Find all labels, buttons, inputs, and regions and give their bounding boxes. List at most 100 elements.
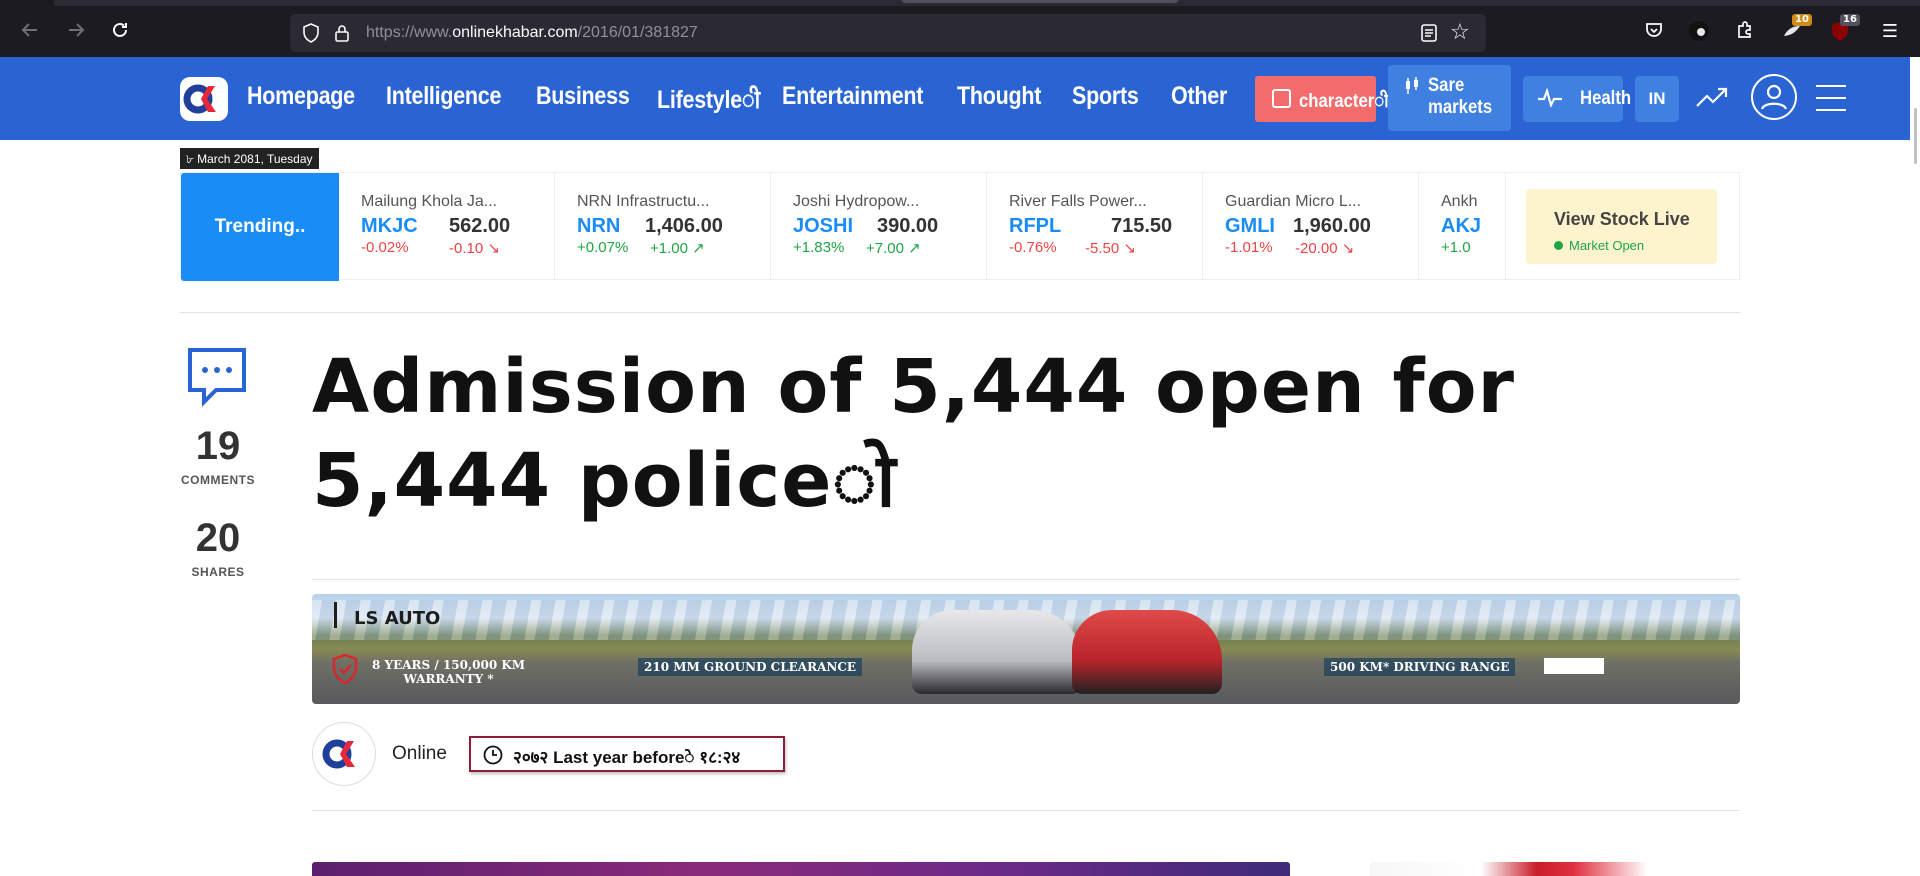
language-button[interactable]: IN xyxy=(1635,76,1679,122)
comment-icon[interactable] xyxy=(186,346,248,408)
warranty-shield-icon xyxy=(332,654,358,684)
ad-clearance-text: 210 MM GROUND CLEARANCE xyxy=(638,658,863,676)
stock-item[interactable]: River Falls Power... RFPL 715.50 -0.76% … xyxy=(987,173,1203,281)
ad-banner[interactable]: LS AUTO 8 YEARS / 150,000 KM WARRANTY * 2… xyxy=(312,594,1740,704)
scrollbar-thumb[interactable] xyxy=(1914,108,1917,164)
onlinekhabar-logo-icon xyxy=(183,84,216,114)
stock-change: +7.00 ↗ xyxy=(866,239,921,257)
market-open-dot-icon xyxy=(1554,241,1563,250)
stock-percent: -0.02% xyxy=(361,239,409,256)
stock-name: Ankh xyxy=(1441,193,1478,210)
reload-button[interactable] xyxy=(106,19,134,47)
stock-name: Guardian Micro L... xyxy=(1225,193,1362,210)
nav-other[interactable]: Other xyxy=(1171,82,1227,111)
stock-symbol: NRN xyxy=(577,215,621,237)
shares-count[interactable]: 20 xyxy=(178,516,258,561)
stock-ticker: Mailung Khola Ja... MKJC 562.00 -0.02% -… xyxy=(339,173,1505,281)
shares-label: SHARES xyxy=(191,565,245,579)
share-label-line-2: markets xyxy=(1428,97,1493,118)
share-label-line-1: Sare xyxy=(1428,75,1465,96)
stock-percent: +1.83% xyxy=(793,239,845,256)
share-markets-button[interactable]: Sare markets xyxy=(1388,65,1511,131)
app-menu-icon[interactable]: ☰ xyxy=(1878,20,1902,44)
tab-strip xyxy=(0,0,1920,6)
publish-time: २०७२ Last year beforeे १८:२४ xyxy=(469,736,785,772)
publish-time-text: २०७२ Last year beforeे १८:२४ xyxy=(513,748,741,767)
nav-entertainment[interactable]: Entertainment xyxy=(782,82,923,111)
stock-price: 715.50 xyxy=(1111,215,1173,237)
shield-icon[interactable] xyxy=(302,23,320,43)
extension-avatar-glyph xyxy=(1689,21,1709,41)
pocket-icon[interactable] xyxy=(1642,20,1666,44)
nav-business[interactable]: Business xyxy=(536,82,630,111)
ad-warranty-text: 8 YEARS / 150,000 KM WARRANTY * xyxy=(372,658,525,686)
stock-name: Joshi Hydropow... xyxy=(793,193,920,210)
ad-range-text: 500 KM* DRIVING RANGE xyxy=(1324,658,1516,676)
menu-line xyxy=(1816,109,1846,111)
arrow-down-icon: ↘ xyxy=(487,240,500,257)
share-markets-label: Sare markets xyxy=(1428,75,1492,119)
back-button[interactable] xyxy=(16,19,44,47)
hamburger-menu-icon[interactable] xyxy=(1816,84,1846,112)
nav-intelligence[interactable]: Intelligence xyxy=(386,82,501,111)
stock-item[interactable]: Guardian Micro L... GMLI 1,960.00 -1.01%… xyxy=(1203,173,1419,281)
trending-up-icon[interactable] xyxy=(1695,84,1729,112)
stock-price: 562.00 xyxy=(449,215,511,237)
forward-button[interactable] xyxy=(62,19,90,47)
ad-warranty-line-2: WARRANTY * xyxy=(403,672,494,686)
stock-name: River Falls Power... xyxy=(1009,193,1147,210)
url-text[interactable]: https://www.onlinekhabar.com/2016/01/381… xyxy=(366,24,698,42)
browser-toolbar: https://www.onlinekhabar.com/2016/01/381… xyxy=(0,0,1920,57)
nav-homepage[interactable]: Homepage xyxy=(247,82,355,111)
pocket-glyph xyxy=(1646,23,1662,37)
ad-brand-bar xyxy=(334,602,337,628)
arrow-down-icon: ↘ xyxy=(1341,240,1355,257)
character-button[interactable]: characterी xyxy=(1255,76,1389,122)
author-name[interactable]: Online xyxy=(392,743,447,765)
market-status-text: Market Open xyxy=(1569,238,1645,253)
stock-item[interactable]: NRN Infrastructu... NRN 1,406.00 +0.07% … xyxy=(555,173,771,281)
stock-change-value: -5.50 xyxy=(1085,240,1120,257)
scrollbar-track[interactable] xyxy=(1910,57,1920,876)
heartbeat-icon xyxy=(1538,88,1562,108)
reader-view-icon[interactable] xyxy=(1420,24,1438,42)
nav-thought[interactable]: Thought xyxy=(957,82,1041,111)
stock-change: +1.00 ↗ xyxy=(650,239,705,257)
stock-name: Mailung Khola Ja... xyxy=(361,193,498,210)
stock-item[interactable]: Ankh AKJ +1.0 xyxy=(1419,173,1505,281)
site-logo[interactable] xyxy=(180,77,228,121)
candlestick-icon xyxy=(1404,77,1420,99)
extension-badge-icon-1[interactable]: 10 xyxy=(1780,14,1812,44)
stock-change: -20.00 ↘ xyxy=(1295,239,1354,257)
user-account-button[interactable] xyxy=(1751,74,1797,120)
stock-item[interactable]: Mailung Khola Ja... MKJC 562.00 -0.02% -… xyxy=(339,173,555,281)
stock-item[interactable]: Joshi Hydropow... JOSHI 390.00 +1.83% +7… xyxy=(771,173,987,281)
stock-percent: -1.01% xyxy=(1225,239,1273,256)
stock-symbol: AKJ xyxy=(1441,215,1482,237)
bookmark-star-icon[interactable]: ☆ xyxy=(1450,20,1470,45)
health-button[interactable]: Health xyxy=(1523,76,1631,122)
clock-icon xyxy=(483,745,503,765)
lock-icon[interactable] xyxy=(334,23,350,43)
character-label: characterी xyxy=(1299,91,1389,112)
ad-white-box xyxy=(1544,658,1604,674)
extension-badge-count-2: 16 xyxy=(1840,14,1860,26)
arrow-left-icon xyxy=(21,23,37,37)
stock-change: -0.10 ↘ xyxy=(449,239,500,257)
author-avatar[interactable] xyxy=(312,722,376,786)
stock-change: -5.50 ↘ xyxy=(1085,239,1136,257)
bottom-ad-left[interactable] xyxy=(312,862,1290,876)
stock-change-value: +1.00 xyxy=(650,240,688,257)
view-stock-live-button[interactable]: View Stock Live Market Open xyxy=(1526,189,1717,264)
nav-lifestyle[interactable]: Lifestyleी xyxy=(657,82,760,116)
nav-sports[interactable]: Sports xyxy=(1072,82,1139,111)
comments-count[interactable]: 19 xyxy=(178,424,258,469)
extension-avatar-icon[interactable] xyxy=(1687,20,1711,44)
stock-name: NRN Infrastructu... xyxy=(577,193,710,210)
title-divider xyxy=(312,579,1740,580)
menu-line xyxy=(1816,85,1846,87)
extension-badge-icon-2[interactable]: 16 xyxy=(1828,14,1860,44)
extensions-puzzle-icon[interactable] xyxy=(1733,20,1757,44)
url-bar[interactable]: https://www.onlinekhabar.com/2016/01/381… xyxy=(290,14,1486,52)
bottom-ad-right[interactable] xyxy=(1370,862,1740,876)
